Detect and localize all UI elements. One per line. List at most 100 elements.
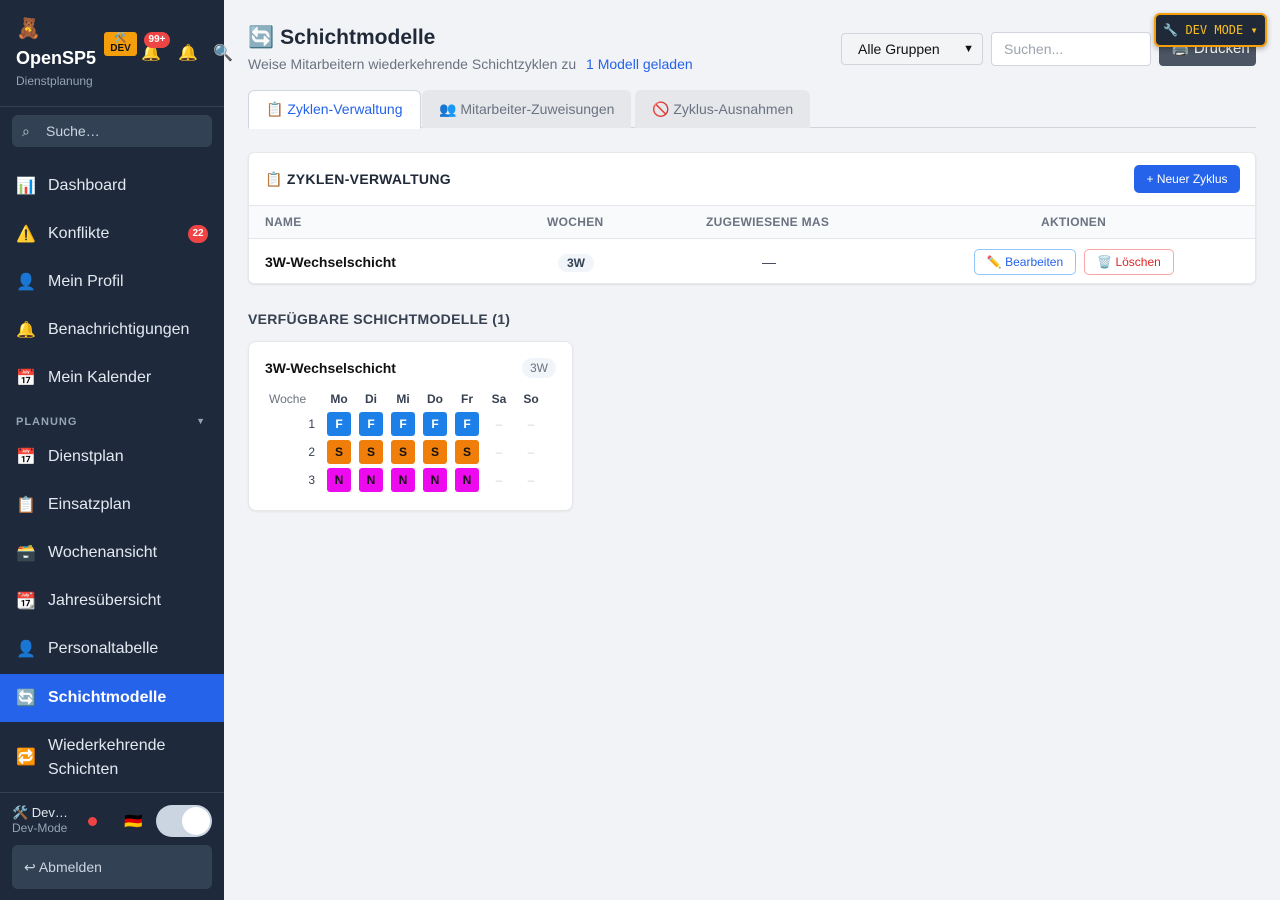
column-header-name[interactable]: NAME bbox=[265, 206, 302, 238]
shift-cell: N bbox=[327, 468, 351, 492]
clipboard-icon: 📋 bbox=[16, 497, 36, 514]
page-title-text: Schichtmodelle bbox=[280, 26, 436, 49]
card-box-icon: 🗃️ bbox=[16, 545, 36, 562]
calendar-icon: 📅 bbox=[16, 449, 36, 466]
repeat-icon: 🔁 bbox=[16, 749, 36, 766]
calendar-icon: 📅 bbox=[16, 370, 36, 387]
shift-cell: – bbox=[495, 417, 503, 431]
sidebar-footer: 🛠️ Dev… Dev-Mode 🇩🇪 ↩ Abmelden bbox=[0, 792, 224, 900]
search-input[interactable] bbox=[991, 32, 1151, 66]
german-flag-icon[interactable]: 🇩🇪 bbox=[124, 812, 143, 830]
brand: 🧸 OpenSP5 Dienstplanung bbox=[16, 18, 96, 88]
assigned-count: — bbox=[762, 254, 776, 270]
weeks-badge: 3W bbox=[558, 254, 594, 272]
sidebar-item-dienstplan[interactable]: 📅 Dienstplan bbox=[0, 433, 224, 481]
sidebar-item-label: Einsatzplan bbox=[48, 496, 131, 513]
column-header-wochen[interactable]: WOCHEN bbox=[547, 206, 603, 238]
day-header: Mo bbox=[330, 392, 348, 406]
bell-outline-icon[interactable]: 🔔 bbox=[178, 43, 198, 63]
sidebar: 🧸 OpenSP5 Dienstplanung 🛠️ DEV 🔔 99+ 🔔 🔍… bbox=[0, 0, 233, 900]
sidebar-item-wiederkehrende-schichten[interactable]: 🔁 Wiederkehrende Schichten bbox=[0, 722, 224, 794]
shift-cell: F bbox=[455, 412, 479, 436]
user-icon: 👤 bbox=[16, 641, 36, 658]
new-cycle-button[interactable]: + Neuer Zyklus bbox=[1134, 165, 1240, 193]
week-column-header: Woche bbox=[269, 392, 307, 406]
theme-toggle[interactable] bbox=[156, 805, 212, 837]
logout-button[interactable]: ↩ Abmelden bbox=[12, 845, 212, 889]
sidebar-item-label: Wochenansicht bbox=[48, 544, 158, 561]
shift-cell: N bbox=[455, 468, 479, 492]
day-header: Fr bbox=[461, 392, 473, 406]
shift-cell: F bbox=[327, 412, 351, 436]
user-role: Dev-Mode bbox=[12, 821, 68, 835]
dev-mode-button[interactable]: 🔧 DEV MODE ▾ bbox=[1154, 13, 1267, 47]
page-subtitle: Weise Mitarbeitern wiederkehrende Schich… bbox=[248, 56, 693, 72]
shift-cell: – bbox=[527, 417, 535, 431]
caret-down-icon: ▼ bbox=[196, 416, 206, 426]
sidebar-item-mein-kalender[interactable]: 📅 Mein Kalender bbox=[0, 354, 224, 402]
day-header: Mi bbox=[396, 392, 410, 406]
shift-cell: F bbox=[423, 412, 447, 436]
bear-logo-icon: 🧸 bbox=[16, 18, 41, 40]
table-row: 3W-Wechselschicht 3W — ✏️ Bearbeiten 🗑️ … bbox=[249, 239, 1255, 285]
sidebar-item-label: Dienstplan bbox=[48, 448, 124, 465]
group-select-value: Alle Gruppen bbox=[858, 41, 940, 57]
model-weeks-badge: 3W bbox=[522, 358, 556, 378]
app-subtitle: Dienstplanung bbox=[16, 74, 93, 88]
status-dot bbox=[88, 817, 97, 826]
sidebar-divider bbox=[0, 106, 224, 107]
shift-cell: – bbox=[495, 473, 503, 487]
user-name: 🛠️ Dev… bbox=[12, 805, 68, 820]
sidebar-item-label: Konflikte bbox=[48, 225, 110, 242]
edit-button[interactable]: ✏️ Bearbeiten bbox=[974, 249, 1076, 275]
bell-icon: 🔔 bbox=[16, 322, 36, 339]
group-select[interactable]: Alle Gruppen ▼ bbox=[841, 33, 983, 65]
sidebar-item-benachrichtigungen[interactable]: 🔔 Benachrichtigungen bbox=[0, 306, 224, 354]
shift-cell: S bbox=[423, 440, 447, 464]
app-name: OpenSP5 bbox=[16, 48, 97, 68]
column-header-actions: AKTIONEN bbox=[1041, 215, 1107, 229]
sidebar-item-dashboard[interactable]: 📊 Dashboard bbox=[0, 162, 224, 210]
tab-zyklen-verwaltung[interactable]: 📋 Zyklen-Verwaltung bbox=[248, 90, 421, 129]
sidebar-item-jahresuebersicht[interactable]: 📆 Jahresübersicht bbox=[0, 577, 224, 625]
sidebar-search-input[interactable]: ⌕ Suche… bbox=[12, 115, 212, 147]
day-header: Di bbox=[365, 392, 377, 406]
user-icon: 👤 bbox=[16, 274, 36, 291]
sidebar-item-label: Personaltabelle bbox=[48, 640, 159, 657]
section-planung[interactable]: PLANUNG ▼ bbox=[16, 416, 208, 428]
tab-mitarbeiter-zuweisungen[interactable]: 👥 Mitarbeiter-Zuweisungen bbox=[422, 90, 632, 128]
page-subtitle-text: Weise Mitarbeitern wiederkehrende Schich… bbox=[248, 56, 577, 72]
day-header: So bbox=[523, 392, 539, 406]
delete-button[interactable]: 🗑️ Löschen bbox=[1084, 249, 1174, 275]
tab-bar: 📋 Zyklen-Verwaltung 👥 Mitarbeiter-Zuweis… bbox=[248, 90, 1256, 129]
sidebar-item-schichtmodelle[interactable]: 🔄 Schichtmodelle bbox=[0, 674, 224, 722]
models-loaded-link[interactable]: 1 Modell geladen bbox=[586, 56, 693, 72]
week-number: 2 bbox=[308, 445, 315, 459]
main-content: 🔄 Schichtmodelle Weise Mitarbeitern wiede… bbox=[224, 0, 1280, 900]
shift-cell: S bbox=[391, 440, 415, 464]
cycle-name: 3W-Wechselschicht bbox=[265, 254, 396, 270]
conflict-count-badge: 22 bbox=[188, 225, 208, 243]
sidebar-item-einsatzplan[interactable]: 📋 Einsatzplan bbox=[0, 481, 224, 529]
sidebar-item-mein-profil[interactable]: 👤 Mein Profil bbox=[0, 258, 224, 306]
sidebar-item-konflikte[interactable]: ⚠️ Konflikte 22 bbox=[0, 210, 224, 258]
sidebar-item-personaltabelle[interactable]: 👤 Personaltabelle bbox=[0, 625, 224, 673]
dev-badge: 🛠️ DEV bbox=[104, 32, 137, 56]
column-header-assigned[interactable]: ZUGEWIESENE MAS bbox=[706, 206, 829, 238]
week-number: 3 bbox=[308, 473, 315, 487]
shift-cell: S bbox=[359, 440, 383, 464]
shift-cell: N bbox=[423, 468, 447, 492]
shift-cell: N bbox=[359, 468, 383, 492]
day-header: Do bbox=[427, 392, 443, 406]
shift-cell: F bbox=[359, 412, 383, 436]
shift-cell: S bbox=[455, 440, 479, 464]
sidebar-item-wochenansicht[interactable]: 🗃️ Wochenansicht bbox=[0, 529, 224, 577]
model-card[interactable]: 3W-Wechselschicht 3W Woche Mo Di Mi Do Fr Sa S… bbox=[248, 341, 573, 511]
tab-zyklus-ausnahmen[interactable]: 🚫 Zyklus-Ausnahmen bbox=[635, 90, 811, 128]
table-header: NAME WOCHEN ZUGEWIESENE MAS AKTIONEN bbox=[249, 205, 1255, 239]
cycles-card-title: 📋 ZYKLEN-VERWALTUNG bbox=[265, 171, 451, 187]
sidebar-item-label: Mein Kalender bbox=[48, 369, 152, 386]
chart-icon: 📊 bbox=[16, 178, 36, 195]
cycle-arrows-icon: 🔄 bbox=[248, 26, 275, 49]
shift-cell: – bbox=[527, 445, 535, 459]
